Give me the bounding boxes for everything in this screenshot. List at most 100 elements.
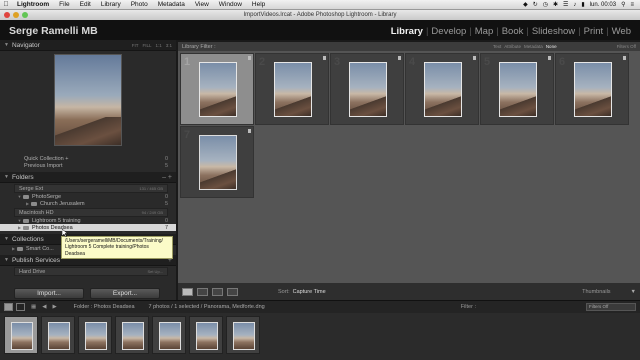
folder-church-jerusalem[interactable]: ▶ Church Jerusalem 5 — [0, 200, 176, 207]
spotlight-search-icon[interactable]: ⚲ — [621, 1, 625, 8]
import-button[interactable]: Import... — [14, 288, 84, 299]
module-slideshow[interactable]: Slideshow — [529, 26, 578, 37]
minimize-window-icon[interactable] — [13, 12, 19, 18]
expand-triangle-icon[interactable]: ▶ — [16, 225, 23, 230]
forward-arrow-icon[interactable]: ▶ — [52, 304, 56, 310]
filmstrip-thumbnail[interactable] — [11, 322, 33, 350]
thumbnails-slider-label[interactable]: Thumbnails — [582, 289, 610, 295]
zoom-fit[interactable]: FIT — [132, 43, 139, 48]
menu-metadata[interactable]: Metadata — [153, 1, 190, 8]
folder-photoserge[interactable]: ▼ PhotoSerge 0 — [0, 193, 176, 200]
module-map[interactable]: Map — [472, 26, 496, 37]
filmstrip-thumbnail[interactable] — [122, 322, 144, 350]
collapse-triangle-icon[interactable]: ▼ — [4, 236, 9, 242]
collapse-triangle-icon[interactable]: ▼ — [4, 257, 9, 263]
filmstrip-thumbnail[interactable] — [85, 322, 107, 350]
filmstrip-thumbnail[interactable] — [196, 322, 218, 350]
folder-photos-deadsea[interactable]: ▶ Photos Deadsea 7 — [0, 224, 176, 231]
grid-shortcut-icon[interactable]: ▦ — [31, 304, 36, 310]
survey-view-icon[interactable] — [227, 287, 238, 296]
menu-file[interactable]: File — [54, 1, 74, 8]
wifi-icon[interactable]: ☰ — [563, 1, 568, 8]
photo-thumbnail[interactable] — [499, 62, 537, 117]
apple-icon[interactable]:  — [0, 1, 12, 8]
filmstrip-cell[interactable] — [78, 316, 112, 354]
add-folder-icon[interactable]: – + — [162, 174, 172, 181]
expand-triangle-icon[interactable]: ▼ — [16, 218, 23, 223]
grid-cell[interactable]: 1 — [180, 53, 254, 125]
clock[interactable]: lun. 00:03 — [590, 2, 616, 8]
grid-view-icon[interactable] — [182, 287, 193, 296]
close-window-icon[interactable] — [4, 12, 10, 18]
filter-metadata[interactable]: Metadata — [524, 44, 543, 49]
module-library[interactable]: Library — [388, 26, 426, 37]
sort-order-dropdown[interactable]: Capture Time — [293, 289, 326, 295]
menu-app[interactable]: Lightroom — [12, 1, 54, 8]
sync-icon[interactable]: ↻ — [533, 1, 538, 8]
menu-window[interactable]: Window — [214, 1, 247, 8]
filmstrip-source[interactable]: Folder : Photos Deadsea — [74, 304, 135, 310]
expand-triangle-icon[interactable]: ▶ — [10, 246, 17, 251]
grid-cell[interactable]: 7 — [180, 126, 254, 198]
module-print[interactable]: Print — [581, 26, 607, 37]
filmstrip-thumbnail[interactable] — [48, 322, 70, 350]
filter-attribute[interactable]: Attribute — [504, 44, 521, 49]
hard-drive-publish-row[interactable]: Hard Drive Set Up... — [14, 267, 168, 276]
navigator-preview-image[interactable] — [54, 54, 122, 146]
filmstrip-cell[interactable] — [115, 316, 149, 354]
battery-icon[interactable]: ▮ — [581, 1, 584, 8]
filmstrip-cell[interactable] — [4, 316, 38, 354]
filmstrip-cell[interactable] — [152, 316, 186, 354]
navigator-header[interactable]: ▼ Navigator FIT FILL 1:1 3:1 — [0, 40, 176, 51]
grid-cell[interactable]: 2 — [255, 53, 329, 125]
photo-thumbnail[interactable] — [424, 62, 462, 117]
photo-thumbnail[interactable] — [349, 62, 387, 117]
menu-photo[interactable]: Photo — [126, 1, 153, 8]
photo-thumbnail[interactable] — [574, 62, 612, 117]
filmstrip-cell[interactable] — [41, 316, 75, 354]
volume-macintosh-hd[interactable]: Macintosh HD 94 / 249 GB — [14, 208, 168, 217]
timemachine-icon[interactable]: ◷ — [543, 1, 548, 8]
menu-view[interactable]: View — [190, 1, 214, 8]
filter-preset-dropdown[interactable]: Filters Off — [617, 44, 636, 49]
expand-triangle-icon[interactable]: ▶ — [24, 201, 31, 206]
module-develop[interactable]: Develop — [428, 26, 469, 37]
export-button[interactable]: Export... — [90, 288, 160, 299]
second-window-icon[interactable] — [16, 303, 25, 311]
filter-text[interactable]: Text — [493, 44, 501, 49]
collapse-triangle-icon[interactable]: ▼ — [4, 42, 9, 48]
module-book[interactable]: Book — [499, 26, 527, 37]
zoom-window-icon[interactable] — [22, 12, 28, 18]
previous-import-row[interactable]: Previous Import 5 — [0, 162, 176, 169]
zoom-3-1[interactable]: 3:1 — [166, 43, 172, 48]
volume-serge-ext[interactable]: Serge Ext 131 / 465 GB — [14, 184, 168, 193]
grid-cell[interactable]: 6 — [555, 53, 629, 125]
menu-library[interactable]: Library — [96, 1, 126, 8]
quick-collection-row[interactable]: Quick Collection + 0 — [0, 155, 176, 162]
module-web[interactable]: Web — [609, 26, 634, 37]
grid-cell[interactable]: 4 — [405, 53, 479, 125]
photo-thumbnail[interactable] — [199, 135, 237, 190]
filter-none[interactable]: None — [546, 44, 557, 49]
filmstrip-thumbnail[interactable] — [159, 322, 181, 350]
collapse-triangle-icon[interactable]: ▼ — [4, 174, 9, 180]
bluetooth-icon[interactable]: ✱ — [553, 1, 558, 8]
volume-icon[interactable]: ♪ — [573, 2, 576, 8]
back-arrow-icon[interactable]: ◀ — [42, 304, 46, 310]
menu-help[interactable]: Help — [247, 1, 270, 8]
toolbar-menu-icon[interactable]: ▼ — [631, 289, 636, 295]
notification-list-icon[interactable]: ≡ — [630, 2, 634, 8]
folders-header[interactable]: ▼ Folders – + — [0, 172, 176, 183]
main-window-icon[interactable] — [4, 303, 13, 311]
grid-cell[interactable]: 3 — [330, 53, 404, 125]
filmstrip-filter-dropdown[interactable]: Filters Off — [586, 303, 636, 311]
dropbox-icon[interactable]: ◆ — [523, 1, 528, 8]
grid-cell[interactable]: 5 — [480, 53, 554, 125]
zoom-1-1[interactable]: 1:1 — [155, 43, 161, 48]
expand-triangle-icon[interactable]: ▼ — [16, 194, 23, 199]
photo-thumbnail[interactable] — [274, 62, 312, 117]
zoom-fill[interactable]: FILL — [142, 43, 151, 48]
filmstrip-cell[interactable] — [189, 316, 223, 354]
filmstrip-thumbnail[interactable] — [233, 322, 255, 350]
loupe-view-icon[interactable] — [197, 287, 208, 296]
